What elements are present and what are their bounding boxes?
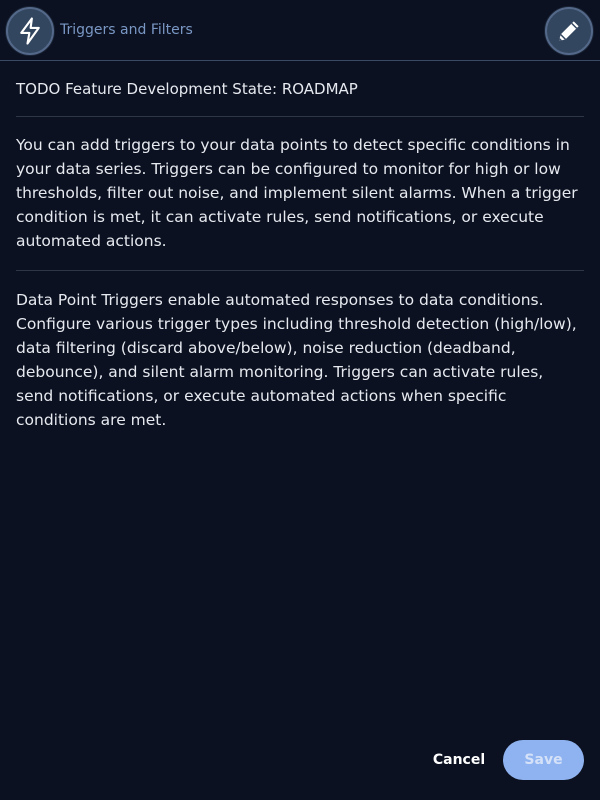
description-paragraph: You can add triggers to your data points… bbox=[16, 117, 584, 271]
panel-content: TODO Feature Development State: ROADMAP … bbox=[16, 61, 584, 432]
save-button[interactable]: Save bbox=[503, 740, 584, 780]
edit-button[interactable] bbox=[545, 7, 593, 55]
triggers-panel: Triggers and Filters TODO Feature Develo… bbox=[0, 0, 600, 800]
lightning-bolt-icon bbox=[20, 17, 40, 45]
pencil-icon bbox=[559, 21, 579, 41]
details-paragraph: Data Point Triggers enable automated res… bbox=[16, 291, 577, 429]
panel-title: Triggers and Filters bbox=[60, 22, 193, 38]
feature-state-text: TODO Feature Development State: ROADMAP bbox=[16, 61, 584, 117]
panel-footer: Cancel Save bbox=[0, 740, 600, 780]
cancel-button[interactable]: Cancel bbox=[420, 740, 498, 780]
triggers-button[interactable] bbox=[6, 7, 54, 55]
panel-header: Triggers and Filters bbox=[0, 0, 600, 61]
